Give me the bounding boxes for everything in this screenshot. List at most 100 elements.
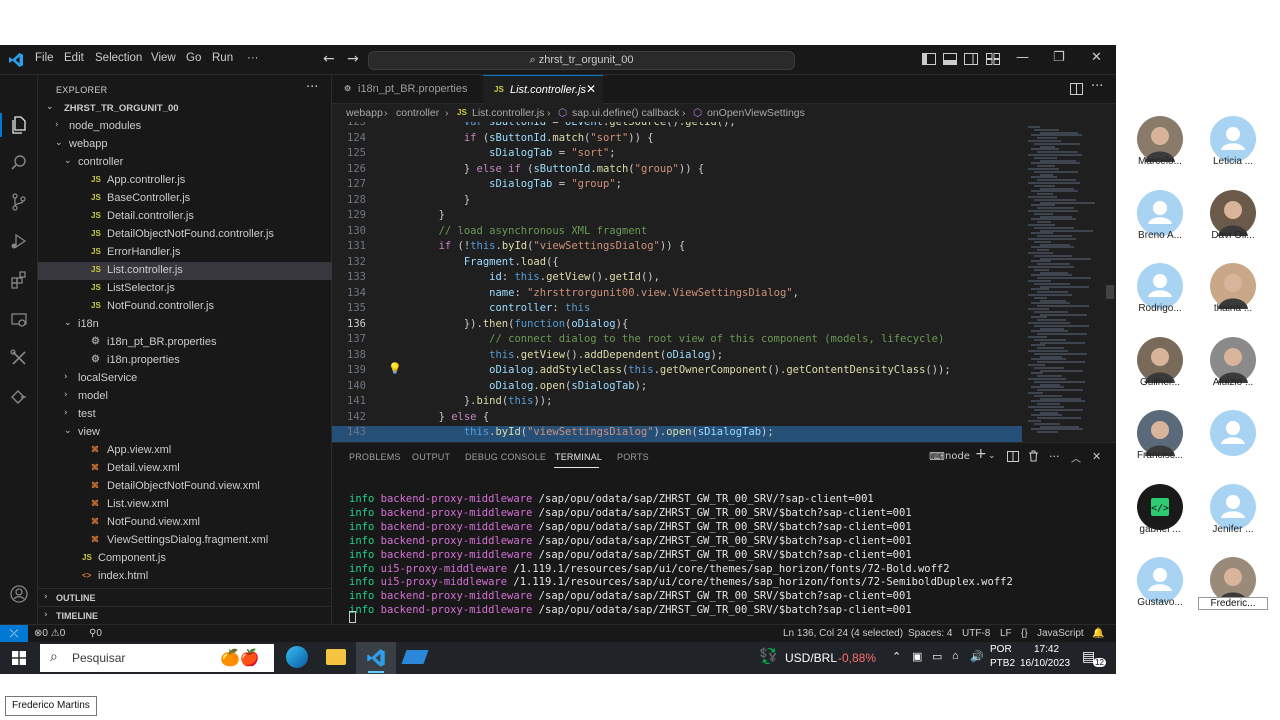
code-line[interactable]: 127 sDialogTab = "group";: [332, 178, 1022, 194]
line-ending[interactable]: LF: [1000, 628, 1012, 639]
bell-icon[interactable]: 🔔: [1092, 628, 1104, 639]
tree-file[interactable]: ⌘ App.view.xml: [38, 442, 332, 460]
run-debug-icon[interactable]: [9, 231, 29, 251]
menu-item[interactable]: View: [151, 52, 176, 64]
ticker-symbol[interactable]: USD/BRL: [785, 651, 837, 665]
tab-list-controller[interactable]: JS List.controller.js ✕: [483, 75, 603, 104]
tree-file[interactable]: ⌘ DetailObjectNotFound.view.xml: [38, 478, 332, 496]
toggle-secondary-sidebar-icon[interactable]: [964, 53, 978, 65]
code-line[interactable]: 139 oDialog.addStyleClass(this.getOwnerC…: [332, 364, 1022, 380]
tree-file[interactable]: JS NotFound.controller.js: [38, 298, 332, 316]
tree-file[interactable]: <> index.html: [38, 568, 332, 586]
breadcrumb-item[interactable]: sap.ui.define() callback: [572, 107, 679, 119]
code-line[interactable]: 129 }: [332, 209, 1022, 225]
menu-item[interactable]: Run: [212, 52, 233, 64]
volume-icon[interactable]: 🔊: [970, 650, 984, 663]
vscode-logo-icon[interactable]: [8, 52, 24, 68]
tree-file[interactable]: ⌘ ViewSettingsDialog.fragment.xml: [38, 532, 332, 550]
panel-tab[interactable]: TERMINAL: [555, 452, 602, 462]
split-editor-icon[interactable]: [1070, 83, 1083, 95]
tree-file[interactable]: ⚙ i18n.properties: [38, 352, 332, 370]
clock-time[interactable]: 17:42: [1034, 644, 1059, 655]
tree-file[interactable]: ⌘ List.view.xml: [38, 496, 332, 514]
panel-tab[interactable]: PORTS: [617, 452, 649, 462]
tree-folder[interactable]: ⌄ controller: [38, 154, 332, 172]
language-mode[interactable]: JavaScript: [1037, 628, 1084, 639]
code-line[interactable]: 134 name: "zhrsttrorgunit00.view.ViewSet…: [332, 287, 1022, 303]
timeline-section[interactable]: › TIMELINE: [38, 606, 332, 624]
terminal-output[interactable]: info backend-proxy-middleware /sap/opu/o…: [332, 479, 1116, 629]
file-explorer-icon[interactable]: [326, 649, 346, 665]
tree-folder[interactable]: ⌄ webapp: [38, 136, 332, 154]
split-terminal-icon[interactable]: [1007, 451, 1019, 462]
code-line[interactable]: 123 var sButtonId = oEvent.getSource().g…: [332, 122, 1022, 132]
close-window-button[interactable]: ✕: [1091, 50, 1102, 65]
tree-file[interactable]: JS BaseController.js: [38, 190, 332, 208]
ports-indicator[interactable]: ⚲0: [89, 628, 102, 639]
edge-browser-icon[interactable]: [286, 646, 308, 668]
remote-indicator-icon[interactable]: ⤫: [0, 625, 28, 642]
panel-tab[interactable]: DEBUG CONSOLE: [465, 452, 546, 462]
code-line[interactable]: 143 this.byId("viewSettingsDialog").open…: [332, 426, 1022, 442]
tree-file[interactable]: ⚙ i18n_pt_BR.properties: [38, 334, 332, 352]
tree-file[interactable]: ⌘ NotFound.view.xml: [38, 514, 332, 532]
accounts-icon[interactable]: [9, 584, 29, 604]
tree-folder[interactable]: › localService: [38, 370, 332, 388]
tools-icon[interactable]: [9, 348, 29, 368]
breadcrumb-item[interactable]: controller: [396, 107, 439, 119]
indentation[interactable]: Spaces: 4: [908, 628, 952, 639]
tree-file[interactable]: JS ErrorHandler.js: [38, 244, 332, 262]
app-icon[interactable]: [401, 650, 429, 664]
code-line[interactable]: 140 oDialog.open(sDialogTab);: [332, 380, 1022, 396]
search-icon[interactable]: [9, 153, 29, 173]
tree-file[interactable]: JS App.controller.js: [38, 172, 332, 190]
code-line[interactable]: 136 }).then(function(oDialog){: [332, 318, 1022, 334]
outline-section[interactable]: › OUTLINE: [38, 588, 332, 606]
toggle-sidebar-icon[interactable]: [922, 53, 936, 65]
tree-folder[interactable]: › model: [38, 388, 332, 406]
code-line[interactable]: 131 if (!this.byId("viewSettingsDialog")…: [332, 240, 1022, 256]
tree-file[interactable]: JS ListSelector.js: [38, 280, 332, 298]
chevron-down-icon[interactable]: ⌄: [988, 451, 996, 461]
terminal-name[interactable]: node: [945, 451, 970, 462]
code-line[interactable]: 125 sDialogTab = "sort";: [332, 147, 1022, 163]
editor-more-button[interactable]: ···: [1091, 79, 1103, 94]
vscode-taskbar-button[interactable]: [356, 642, 396, 674]
tree-file[interactable]: JS Component.js: [38, 550, 332, 568]
network-icon[interactable]: ⌂: [952, 650, 959, 662]
code-line[interactable]: 135 controller: this: [332, 302, 1022, 318]
code-line[interactable]: 133 id: this.getView().getId(),: [332, 271, 1022, 287]
keyboard-layout[interactable]: PTB2: [990, 658, 1015, 669]
menu-item[interactable]: ···: [247, 52, 259, 64]
code-line[interactable]: 142 } else {: [332, 411, 1022, 427]
lightbulb-icon[interactable]: 💡: [388, 362, 402, 375]
clock-date[interactable]: 16/10/2023: [1020, 658, 1070, 669]
code-line[interactable]: 141 }.bind(this));: [332, 395, 1022, 411]
input-language[interactable]: POR: [990, 644, 1012, 655]
breadcrumb-item[interactable]: onOpenViewSettings: [707, 107, 805, 119]
editor-scrollbar[interactable]: [1106, 285, 1114, 299]
new-terminal-button[interactable]: +: [975, 446, 987, 462]
code-line[interactable]: 138 this.getView().addDependent(oDialog)…: [332, 349, 1022, 365]
sap-fiori-icon[interactable]: [9, 387, 29, 407]
code-line[interactable]: 124 if (sButtonId.match("sort")) {: [332, 132, 1022, 148]
tree-folder[interactable]: ⌄ view: [38, 424, 332, 442]
tree-folder[interactable]: › test: [38, 406, 332, 424]
tree-file[interactable]: ⌘ Detail.view.xml: [38, 460, 332, 478]
code-line[interactable]: 130 // load asynchronous XML fragment: [332, 225, 1022, 241]
minimize-button[interactable]: —: [1016, 50, 1029, 65]
code-line[interactable]: 132 Fragment.load({: [332, 256, 1022, 272]
code-line[interactable]: 137 // connect dialog to the root view o…: [332, 333, 1022, 349]
toggle-panel-icon[interactable]: [943, 53, 957, 65]
trash-icon[interactable]: [1028, 450, 1039, 462]
chevron-up-icon[interactable]: ⌃: [892, 650, 901, 663]
menu-item[interactable]: File: [35, 52, 54, 64]
battery-icon[interactable]: ▭: [932, 650, 942, 663]
cursor-position[interactable]: Ln 136, Col 24 (4 selected): [783, 628, 903, 639]
windows-start-icon[interactable]: [12, 651, 26, 665]
tab-i18n-pt-br[interactable]: ⚙ i18n_pt_BR.properties: [332, 75, 482, 104]
command-center-search[interactable]: ⌕ zhrst_tr_orgunit_00: [368, 51, 795, 70]
tree-folder[interactable]: ⌄ i18n: [38, 316, 332, 334]
maximize-panel-icon[interactable]: ︿: [1071, 450, 1081, 465]
close-tab-icon[interactable]: ✕: [586, 82, 596, 96]
